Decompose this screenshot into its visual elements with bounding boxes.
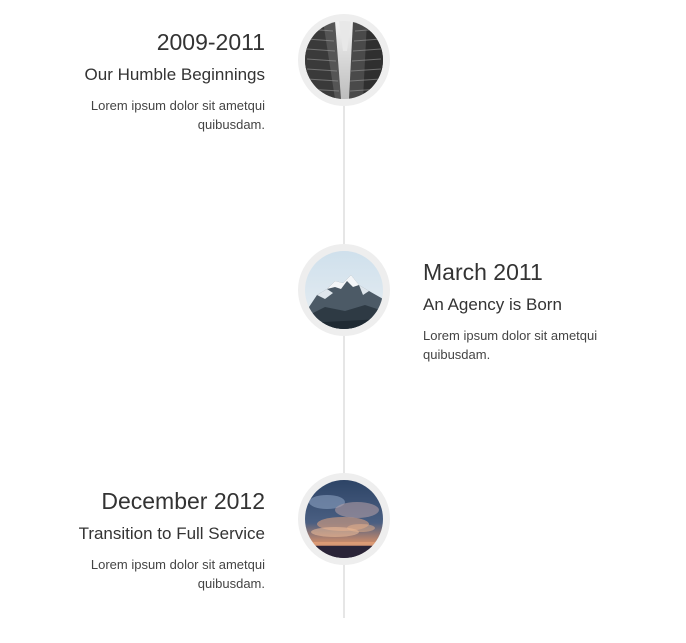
timeline-heading: Transition to Full Service — [78, 524, 265, 543]
timeline-image-ring — [298, 244, 390, 336]
timeline-image-ring — [298, 14, 390, 106]
timeline-heading: Our Humble Beginnings — [84, 65, 265, 84]
timeline-text: 2009-2011 Our Humble Beginnings Lorem ip… — [45, 28, 265, 134]
sunset-clouds-photo — [305, 480, 383, 558]
timeline-text: March 2011 An Agency is Born Lorem ipsum… — [423, 258, 643, 364]
timeline-date: 2009-2011 — [156, 29, 265, 55]
timeline-date: December 2012 — [101, 488, 265, 514]
timeline-entry: March 2011 An Agency is Born Lorem ipsum… — [0, 244, 686, 384]
timeline-heading: An Agency is Born — [423, 295, 562, 314]
mountain-photo — [305, 251, 383, 329]
timeline-entry: December 2012 Transition to Full Service… — [0, 473, 686, 613]
timeline-body: Lorem ipsum dolor sit ametqui quibusdam. — [90, 98, 265, 132]
timeline-body: Lorem ipsum dolor sit ametqui quibusdam. — [423, 328, 598, 362]
skyscrapers-photo — [305, 21, 383, 99]
timeline-entry: 2009-2011 Our Humble Beginnings Lorem ip… — [0, 14, 686, 154]
timeline-text: December 2012 Transition to Full Service… — [45, 487, 265, 593]
timeline-date: March 2011 — [423, 259, 543, 285]
timeline: 2009-2011 Our Humble Beginnings Lorem ip… — [0, 0, 686, 643]
timeline-body: Lorem ipsum dolor sit ametqui quibusdam. — [90, 557, 265, 591]
timeline-image-ring — [298, 473, 390, 565]
